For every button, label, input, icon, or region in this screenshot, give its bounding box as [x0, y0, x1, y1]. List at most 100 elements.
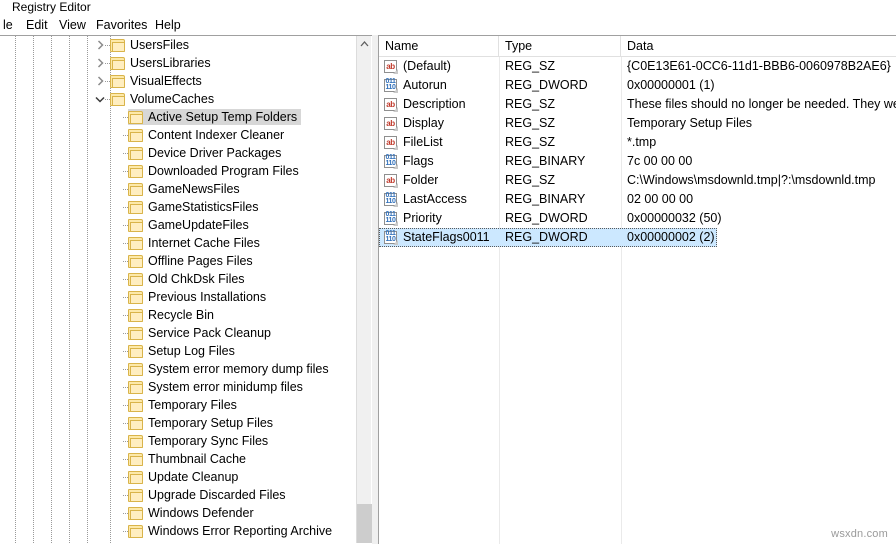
tree-item-row[interactable]: Upgrade Discarded Files	[128, 487, 290, 503]
string-value-icon: ab	[384, 60, 398, 74]
value-name: Priority	[403, 211, 442, 225]
column-header-name[interactable]: Name	[379, 36, 499, 56]
tree-item-row[interactable]: GameUpdateFiles	[128, 217, 253, 233]
tree-item-row[interactable]: Service Pack Cleanup	[128, 325, 275, 341]
tree-item-label: VolumeCaches	[130, 92, 215, 106]
string-value-icon: ab	[384, 117, 398, 131]
tree-item[interactable]: Setup Log Files	[0, 342, 356, 360]
tree-item-row[interactable]: Windows Error Reporting Archive	[128, 523, 336, 539]
value-row[interactable]: 011 110 LastAccess REG_BINARY 02 00 00 00	[379, 190, 896, 209]
tree-item-row[interactable]: Temporary Files	[128, 397, 241, 413]
tree-item-row[interactable]: Thumbnail Cache	[128, 451, 250, 467]
tree-item-label: Content Indexer Cleaner	[148, 128, 285, 142]
folder-icon	[128, 362, 143, 376]
tree-item[interactable]: Temporary Sync Files	[0, 432, 356, 450]
tree-item-row[interactable]: UsersFiles	[110, 37, 193, 53]
tree-item-row[interactable]: System error minidump files	[128, 379, 307, 395]
folder-icon	[128, 470, 143, 484]
value-data: 0x00000032 (50)	[627, 211, 722, 225]
tree-item-selected[interactable]: Active Setup Temp Folders	[128, 109, 302, 125]
value-row[interactable]: ab FileList REG_SZ *.tmp	[379, 133, 896, 152]
tree-item-label: Active Setup Temp Folders	[148, 110, 298, 124]
tree-item[interactable]: Internet Cache Files	[0, 234, 356, 252]
tree-scrollbar-thumb[interactable]	[357, 504, 372, 543]
tree-item-row[interactable]: Offline Pages Files	[128, 253, 257, 269]
menu-item-edit[interactable]: Edit	[23, 15, 51, 35]
menu-item-le[interactable]: le	[0, 15, 16, 35]
tree-item-row[interactable]: GameNewsFiles	[128, 181, 244, 197]
column-header-type[interactable]: Type	[499, 36, 621, 56]
tree-item[interactable]: Offline Pages Files	[0, 252, 356, 270]
value-type: REG_SZ	[505, 116, 556, 130]
tree-item[interactable]: Temporary Files	[0, 396, 356, 414]
values-column-header: Name Type Data	[379, 36, 896, 57]
value-data: 02 00 00 00	[627, 192, 694, 206]
value-row[interactable]: ab Folder REG_SZ C:\Windows\msdownld.tmp|?:…	[379, 171, 896, 190]
value-row[interactable]: 011 110 Autorun REG_DWORD 0x00000001 (1)	[379, 76, 896, 95]
tree-item[interactable]: System error minidump files	[0, 378, 356, 396]
value-row[interactable]: 011 110 Priority REG_DWORD 0x00000032 (50)	[379, 209, 896, 228]
tree-item[interactable]: Thumbnail Cache	[0, 450, 356, 468]
tree-item-row[interactable]: Recycle Bin	[128, 307, 218, 323]
tree-item-row[interactable]: Previous Installations	[128, 289, 270, 305]
value-row[interactable]: ab Description REG_SZ These files should no…	[379, 95, 896, 114]
tree-item-row[interactable]: Content Indexer Cleaner	[128, 127, 288, 143]
tree-item-row[interactable]: Setup Log Files	[128, 343, 239, 359]
tree-vertical-scrollbar[interactable]	[356, 36, 372, 543]
tree-item-row[interactable]: Windows Defender	[128, 505, 258, 521]
tree-item-row[interactable]: Device Driver Packages	[128, 145, 285, 161]
tree-item[interactable]: UsersLibraries	[0, 54, 356, 72]
folder-icon	[128, 200, 143, 214]
value-row-selected[interactable]: 011 110 StateFlags0011 REG_DWORD 0x00000002 …	[379, 228, 896, 247]
tree-item[interactable]: Content Indexer Cleaner	[0, 126, 356, 144]
tree-item[interactable]: Temporary Setup Files	[0, 414, 356, 432]
title-bar: Registry Editor	[0, 0, 896, 15]
tree-item[interactable]: Active Setup Temp Folders	[0, 108, 356, 126]
menu-item-favorites[interactable]: Favorites	[93, 15, 150, 35]
value-name: (Default)	[403, 59, 451, 73]
value-row[interactable]: ab Display REG_SZ Temporary Setup Files	[379, 114, 896, 133]
tree-item-row[interactable]: Temporary Sync Files	[128, 433, 272, 449]
folder-icon	[128, 326, 143, 340]
tree-item[interactable]: GameNewsFiles	[0, 180, 356, 198]
tree-item[interactable]: Previous Installations	[0, 288, 356, 306]
tree-item[interactable]: UsersFiles	[0, 36, 356, 54]
value-row[interactable]: 011 110 Flags REG_BINARY 7c 00 00 00	[379, 152, 896, 171]
tree-item-row[interactable]: Old ChkDsk Files	[128, 271, 249, 287]
tree-item-row[interactable]: UsersLibraries	[110, 55, 215, 71]
tree-item-row[interactable]: Temporary Setup Files	[128, 415, 277, 431]
menu-item-view[interactable]: View	[56, 15, 89, 35]
values-list[interactable]: ab (Default) REG_SZ {C0E13E61-0CC6-11d1-BBB…	[379, 57, 896, 544]
value-data: Temporary Setup Files	[627, 116, 753, 130]
tree-item[interactable]: VolumeCaches	[0, 90, 356, 108]
registry-tree[interactable]: UsersFiles UsersLibraries VisualEffects Vol…	[0, 36, 356, 544]
menu-item-help[interactable]: Help	[152, 15, 184, 35]
tree-item-row[interactable]: Downloaded Program Files	[128, 163, 303, 179]
tree-item[interactable]: Update Cleanup	[0, 468, 356, 486]
tree-item-row[interactable]: VisualEffects	[110, 73, 206, 89]
tree-item[interactable]: VisualEffects	[0, 72, 356, 90]
tree-item-row[interactable]: GameStatisticsFiles	[128, 199, 262, 215]
tree-item[interactable]: Recycle Bin	[0, 306, 356, 324]
tree-item[interactable]: GameStatisticsFiles	[0, 198, 356, 216]
tree-item[interactable]: GameUpdateFiles	[0, 216, 356, 234]
tree-item[interactable]: Old ChkDsk Files	[0, 270, 356, 288]
folder-icon	[128, 488, 143, 502]
tree-item[interactable]: Windows Defender	[0, 504, 356, 522]
tree-item[interactable]: System error memory dump files	[0, 360, 356, 378]
tree-item-row[interactable]: Internet Cache Files	[128, 235, 264, 251]
binary-value-icon: 011 110	[384, 192, 398, 207]
tree-item[interactable]: Downloaded Program Files	[0, 162, 356, 180]
column-header-data[interactable]: Data	[621, 36, 896, 56]
scroll-up-arrow-icon[interactable]	[357, 36, 372, 52]
value-row[interactable]: ab (Default) REG_SZ {C0E13E61-0CC6-11d1-BBB…	[379, 57, 896, 76]
tree-item-row[interactable]: VolumeCaches	[110, 91, 218, 107]
folder-icon	[128, 290, 143, 304]
tree-item[interactable]: Upgrade Discarded Files	[0, 486, 356, 504]
tree-item-row[interactable]: System error memory dump files	[128, 361, 333, 377]
tree-item[interactable]: Device Driver Packages	[0, 144, 356, 162]
tree-item[interactable]: Service Pack Cleanup	[0, 324, 356, 342]
tree-item[interactable]: Windows Error Reporting Archive	[0, 522, 356, 540]
tree-item-row[interactable]: Update Cleanup	[128, 469, 242, 485]
value-name: StateFlags0011	[403, 230, 490, 244]
